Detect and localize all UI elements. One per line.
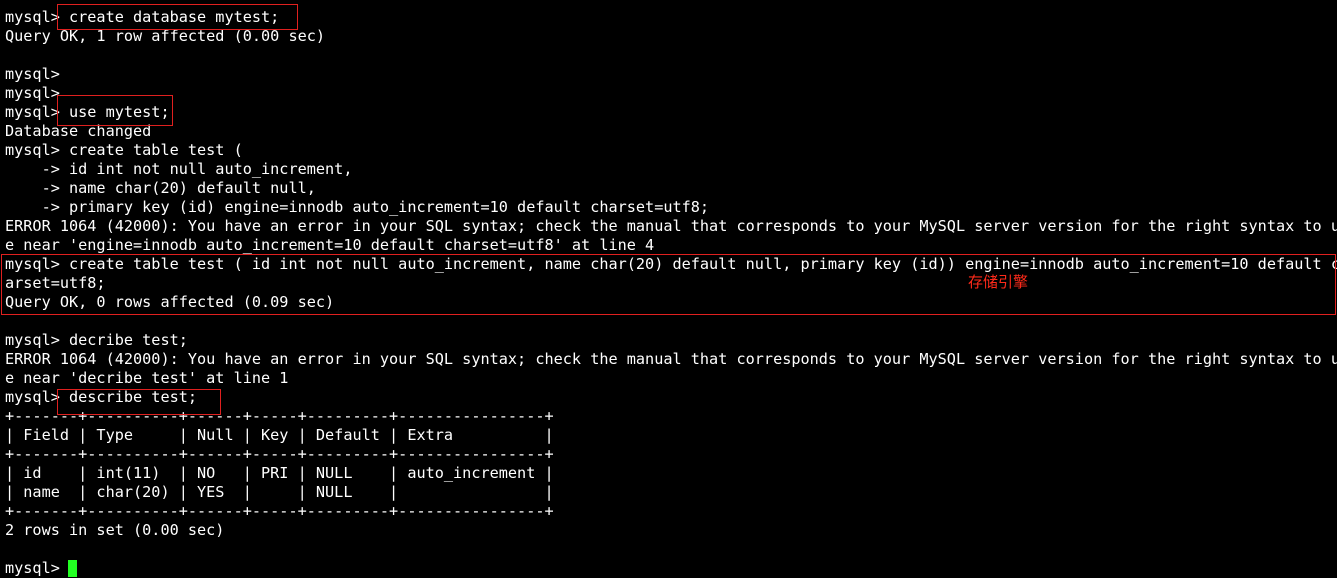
terminal-window[interactable]: mysql> create database mytest; Query OK,… [0,0,1337,578]
error-line: e near 'decribe test' at line 1 [5,369,289,387]
terminal-line: mysql> create table test ( [5,141,243,159]
terminal-line: mysql> decribe test; [5,331,188,349]
highlight-box-describe [57,389,221,415]
table-border: +-------+----------+------+-----+-------… [5,445,554,463]
error-line: e near 'engine=innodb auto_increment=10 … [5,236,655,254]
error-line: ERROR 1064 (42000): You have an error in… [5,217,1337,235]
highlight-box-create-database [57,4,298,30]
table-row: | id | int(11) | NO | PRI | NULL | auto_… [5,464,554,482]
table-row: | name | char(20) | YES | | NULL | | [5,483,554,501]
error-line: ERROR 1064 (42000): You have an error in… [5,350,1337,368]
terminal-line: mysql> [5,84,60,102]
terminal-line: 2 rows in set (0.00 sec) [5,521,225,539]
terminal-line: -> primary key (id) engine=innodb auto_i… [5,198,710,216]
highlight-box-create-table [1,254,1336,315]
highlight-box-use-db [57,95,173,126]
terminal-line: mysql> [5,65,60,83]
command-prompt[interactable]: mysql> [5,559,69,578]
storage-engine-annotation: 存储引擎 [968,273,1029,291]
terminal-line: -> id int not null auto_increment, [5,160,353,178]
table-header: | Field | Type | Null | Key | Default | … [5,426,554,444]
terminal-line: -> name char(20) default null, [5,179,316,197]
table-border: +-------+----------+------+-----+-------… [5,502,554,520]
terminal-cursor [68,560,77,577]
